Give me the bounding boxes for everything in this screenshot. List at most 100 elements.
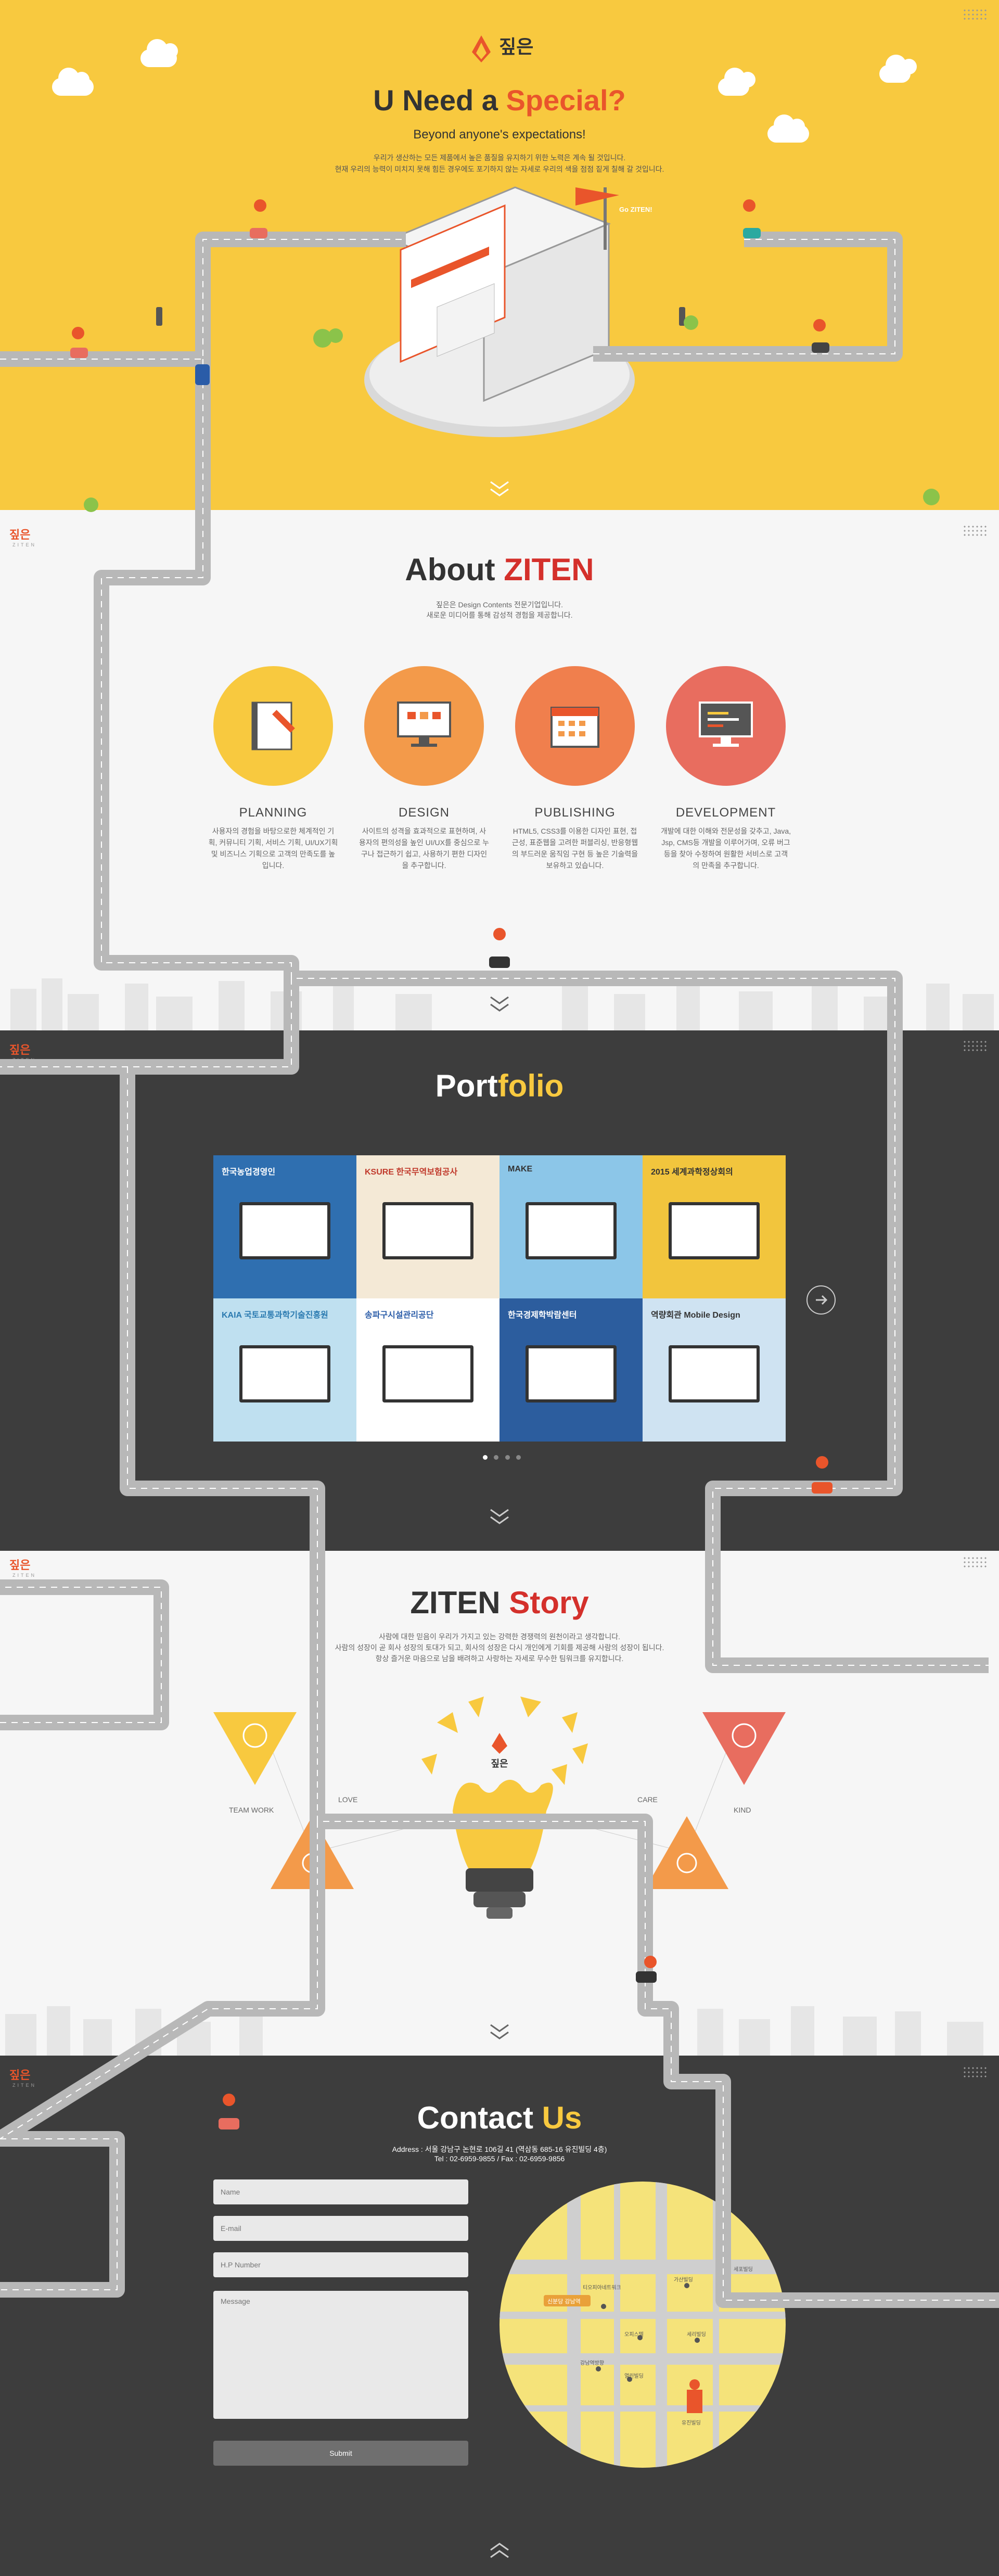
about-line1: 짚은은 Design Contents 전문기업입니다. bbox=[436, 601, 563, 609]
map-label: 가산빌딩 bbox=[674, 2277, 693, 2283]
message-textarea[interactable] bbox=[213, 2291, 468, 2419]
service-design[interactable]: DESIGN 사이트의 성격을 효과적으로 표현하며, 사용자의 편의성을 높인… bbox=[359, 666, 489, 871]
go-ziten-flag: Go ZITEN! bbox=[619, 206, 652, 213]
portfolio-tile[interactable]: 2015 세계과학정상회의 bbox=[643, 1155, 786, 1298]
carousel-dot[interactable] bbox=[505, 1455, 510, 1460]
contact-tel: Tel : 02-6959-9855 / Fax : 02-6959-9856 bbox=[434, 2154, 565, 2163]
portfolio-tile[interactable]: 송파구시설관리공단 bbox=[356, 1298, 499, 1442]
scroll-down-icon[interactable] bbox=[486, 2022, 513, 2043]
portfolio-tile[interactable]: 역량회관 Mobile Design bbox=[643, 1298, 786, 1442]
service-title: PUBLISHING bbox=[534, 806, 616, 820]
scroll-down-icon[interactable] bbox=[486, 479, 513, 500]
ziten-logo-icon bbox=[471, 35, 491, 62]
phone-input[interactable] bbox=[213, 2252, 468, 2277]
scroll-down-icon[interactable] bbox=[486, 1507, 513, 1527]
corner-logo-sub: ZITEN bbox=[12, 542, 36, 547]
service-desc: 사용자의 경험을 바탕으로한 체계적인 기획, 커뮤니티 기획, 서비스 기획,… bbox=[208, 827, 338, 870]
map-roads bbox=[499, 2182, 786, 2468]
map-label: 세포빌딩 bbox=[734, 2267, 753, 2273]
tile-label: 한국농업경영인 bbox=[222, 1168, 276, 1177]
carousel-dot[interactable] bbox=[494, 1455, 499, 1460]
menu-dots-icon[interactable] bbox=[963, 525, 989, 536]
tile-label: 2015 세계과학정상회의 bbox=[651, 1168, 733, 1177]
corner-logo-sub: ZITEN bbox=[12, 1573, 36, 1578]
map-label: 세리빌딩 bbox=[687, 2332, 706, 2338]
carousel-dot-active[interactable] bbox=[483, 1455, 488, 1460]
portfolio-tile[interactable]: MAKE bbox=[499, 1155, 643, 1298]
tile-screen bbox=[526, 1345, 617, 1402]
tile-screen bbox=[239, 1202, 330, 1259]
tile-screen bbox=[239, 1345, 330, 1402]
portfolio-section: 짚은 ZITEN Portfolio 한국농업경영인 KSURE 한국무역보험공사… bbox=[0, 1030, 999, 1551]
service-planning[interactable]: PLANNING 사용자의 경험을 바탕으로한 체계적인 기획, 커뮤니티 기획… bbox=[208, 666, 338, 871]
menu-dots-icon[interactable] bbox=[963, 2066, 989, 2077]
value-love: LOVE bbox=[338, 1795, 358, 1804]
scroll-top-icon[interactable] bbox=[486, 2540, 513, 2560]
menu-dots-icon[interactable] bbox=[963, 1556, 989, 1567]
portfolio-title-accent: folio bbox=[497, 1068, 564, 1103]
notepad-icon bbox=[251, 702, 295, 750]
corner-logo[interactable]: 짚은 ZITEN bbox=[9, 2066, 36, 2088]
about-line2: 새로운 미디어를 통해 감성적 경험을 제공합니다. bbox=[426, 611, 573, 619]
story-line1: 사람에 대한 믿음이 우리가 가지고 있는 강력한 경쟁력의 원천이라고 생각합… bbox=[379, 1633, 620, 1641]
service-circle bbox=[666, 666, 786, 786]
corner-logo[interactable]: 짚은 ZITEN bbox=[9, 526, 36, 547]
story-title-main: ZITEN bbox=[410, 1585, 509, 1620]
next-arrow-button[interactable] bbox=[806, 1285, 836, 1315]
portfolio-title-main: Port bbox=[435, 1068, 498, 1103]
tile-screen bbox=[382, 1202, 473, 1259]
map-label: 열린빌딩 bbox=[624, 2374, 644, 2379]
tile-label: KSURE 한국무역보험공사 bbox=[365, 1168, 458, 1177]
contact-section: 짚은 ZITEN Contact Us Address : 서울 강남구 논현로 … bbox=[0, 2056, 999, 2576]
arrow-right-icon bbox=[816, 1295, 828, 1305]
menu-dots-icon[interactable] bbox=[963, 8, 989, 20]
corner-logo[interactable]: 짚은 ZITEN bbox=[9, 1041, 36, 1063]
monitor-icon bbox=[397, 702, 451, 747]
corner-logo-text: 짚은 bbox=[9, 528, 31, 541]
submit-button[interactable]: Submit bbox=[213, 2441, 468, 2466]
map-label: 강남역방향 bbox=[580, 2361, 604, 2366]
tile-label: KAIA 국토교통과학기술진흥원 bbox=[222, 1311, 328, 1320]
hero-logo[interactable]: 짚은 bbox=[0, 31, 999, 70]
contact-title-accent: Us bbox=[542, 2100, 582, 2135]
about-title-accent: ZITEN bbox=[504, 552, 594, 587]
map-station-label: 신분당 강남역 bbox=[547, 2299, 581, 2305]
service-desc: 개발에 대한 이해와 전문성을 갖추고, Java, Jsp, CMS등 개발을… bbox=[661, 827, 791, 870]
tile-label: 역량회관 Mobile Design bbox=[651, 1311, 740, 1320]
hero-title-main: U Need a bbox=[373, 84, 506, 117]
service-publishing[interactable]: PUBLISHING HTML5, CSS3를 이용한 디자인 표현, 접근성,… bbox=[510, 666, 640, 871]
code-monitor-icon bbox=[699, 702, 753, 747]
service-title: PLANNING bbox=[239, 806, 308, 820]
corner-logo[interactable]: 짚은 ZITEN bbox=[9, 1556, 36, 1578]
value-care: CARE bbox=[637, 1795, 658, 1804]
story-logo-text: 짚은 bbox=[491, 1758, 508, 1769]
name-input[interactable] bbox=[213, 2179, 468, 2204]
scroll-down-icon[interactable] bbox=[486, 994, 513, 1015]
tile-screen bbox=[526, 1202, 617, 1259]
portfolio-tile[interactable]: 한국경제학박람센터 bbox=[499, 1298, 643, 1442]
portfolio-tile[interactable]: KSURE 한국무역보험공사 bbox=[356, 1155, 499, 1298]
location-map[interactable]: 신분당 강남역 티오피아네트워크 가산빌딩 오피스텔 세리빌딩 강남역방향 세포… bbox=[499, 2182, 786, 2468]
portfolio-tile[interactable]: 한국농업경영인 bbox=[213, 1155, 356, 1298]
corner-logo-sub: ZITEN bbox=[12, 1057, 36, 1063]
contact-title-main: Contact bbox=[417, 2100, 542, 2135]
hero-subtitle: Beyond anyone's expectations! bbox=[413, 127, 586, 142]
contact-title: Contact Us bbox=[0, 2100, 999, 2136]
menu-dots-icon[interactable] bbox=[963, 1040, 989, 1051]
tile-label: 송파구시설관리공단 bbox=[365, 1311, 434, 1320]
carousel-dot[interactable] bbox=[516, 1455, 521, 1460]
portfolio-tile[interactable]: KAIA 국토교통과학기술진흥원 bbox=[213, 1298, 356, 1442]
hero-text-line2: 현재 우리의 능력이 미치지 못해 힘든 경우에도 포기하지 않는 자세로 우리… bbox=[335, 165, 664, 173]
email-input[interactable] bbox=[213, 2216, 468, 2241]
service-development[interactable]: DEVELOPMENT 개발에 대한 이해와 전문성을 갖추고, Java, J… bbox=[661, 666, 791, 871]
service-desc: HTML5, CSS3를 이용한 디자인 표현, 접근성, 표준웹을 고려한 퍼… bbox=[511, 827, 638, 870]
corner-logo-text: 짚은 bbox=[9, 2069, 31, 2082]
corner-logo-text: 짚은 bbox=[9, 1043, 31, 1056]
story-illustration bbox=[213, 1697, 786, 1919]
corner-logo-sub: ZITEN bbox=[12, 2083, 36, 2088]
service-title: DESIGN bbox=[398, 806, 450, 820]
story-title: ZITEN Story bbox=[0, 1585, 999, 1621]
map-label: 유진빌딩 bbox=[682, 2420, 701, 2426]
tile-screen bbox=[382, 1345, 473, 1402]
service-title: DEVELOPMENT bbox=[675, 806, 776, 820]
